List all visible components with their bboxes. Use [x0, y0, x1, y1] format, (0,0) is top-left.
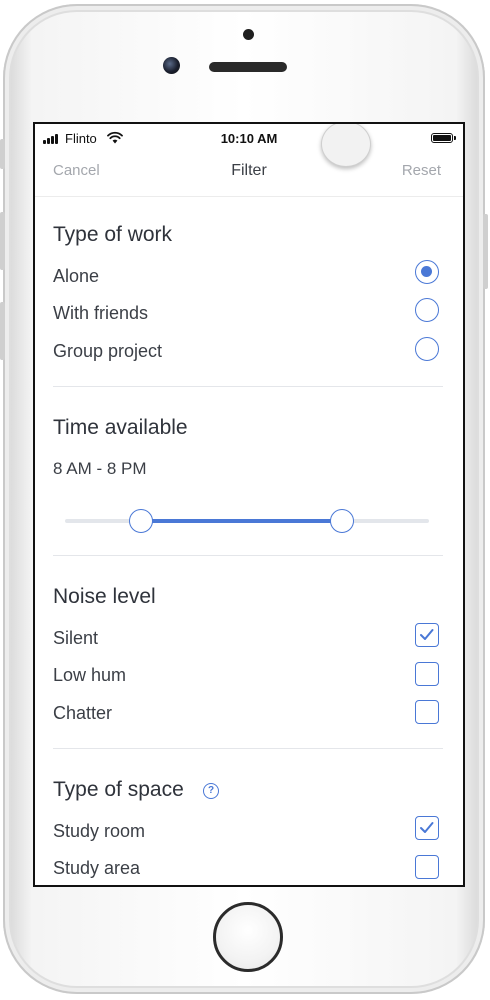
option-label-study-area[interactable]: Study area — [53, 858, 140, 879]
checkbox-silent[interactable] — [415, 623, 439, 647]
option-label-study-room[interactable]: Study room — [53, 821, 145, 842]
section-title-type-of-space: Type of space — [53, 778, 184, 801]
time-range-slider[interactable] — [65, 509, 429, 533]
phone-frame: Flinto 10:10 AM Cancel Filter Reset Type… — [0, 4, 488, 994]
checkmark-icon — [420, 822, 434, 833]
status-time: 10:10 AM — [220, 131, 278, 146]
option-label-with-friends[interactable]: With friends — [53, 303, 148, 324]
section-divider — [53, 555, 443, 556]
power-button — [483, 214, 488, 289]
checkbox-chatter[interactable] — [415, 700, 439, 724]
silent-switch — [0, 139, 5, 169]
battery-icon — [431, 133, 456, 143]
question-circle-icon[interactable]: ? — [203, 783, 219, 799]
nav-bar: Cancel Filter Reset — [35, 152, 463, 197]
option-label-group-project[interactable]: Group project — [53, 341, 162, 362]
slider-selected-range — [141, 519, 342, 523]
checkbox-study-room[interactable] — [415, 816, 439, 840]
earpiece-speaker — [209, 62, 287, 72]
screen: Flinto 10:10 AM Cancel Filter Reset Type… — [33, 122, 465, 887]
section-title-type-of-work: Type of work — [53, 223, 173, 246]
section-divider — [53, 386, 443, 387]
time-range-value: 8 AM - 8 PM — [53, 459, 147, 478]
proximity-sensor — [243, 29, 254, 40]
reset-button[interactable]: Reset — [402, 162, 441, 179]
option-label-chatter[interactable]: Chatter — [53, 703, 112, 724]
slider-handle-start[interactable] — [129, 509, 154, 533]
section-divider — [53, 748, 443, 749]
front-camera — [163, 57, 180, 74]
volume-up-button — [0, 212, 5, 270]
option-label-silent[interactable]: Silent — [53, 628, 98, 649]
volume-down-button — [0, 302, 5, 360]
section-title-noise-level: Noise level — [53, 585, 156, 608]
status-bar: Flinto 10:10 AM — [35, 124, 463, 152]
option-label-low-hum[interactable]: Low hum — [53, 665, 126, 686]
filter-screen: Flinto 10:10 AM Cancel Filter Reset Type… — [35, 124, 463, 885]
option-label-alone[interactable]: Alone — [53, 266, 99, 287]
radio-alone[interactable] — [415, 260, 439, 284]
checkbox-study-area[interactable] — [415, 855, 439, 879]
checkbox-low-hum[interactable] — [415, 662, 439, 686]
page-title: Filter — [231, 162, 267, 179]
slider-handle-end[interactable] — [329, 509, 354, 533]
home-button[interactable] — [213, 902, 283, 972]
radio-with-friends[interactable] — [415, 298, 439, 322]
radio-group-project[interactable] — [415, 337, 439, 361]
section-title-time-available: Time available — [53, 416, 188, 439]
checkmark-icon — [420, 629, 434, 640]
